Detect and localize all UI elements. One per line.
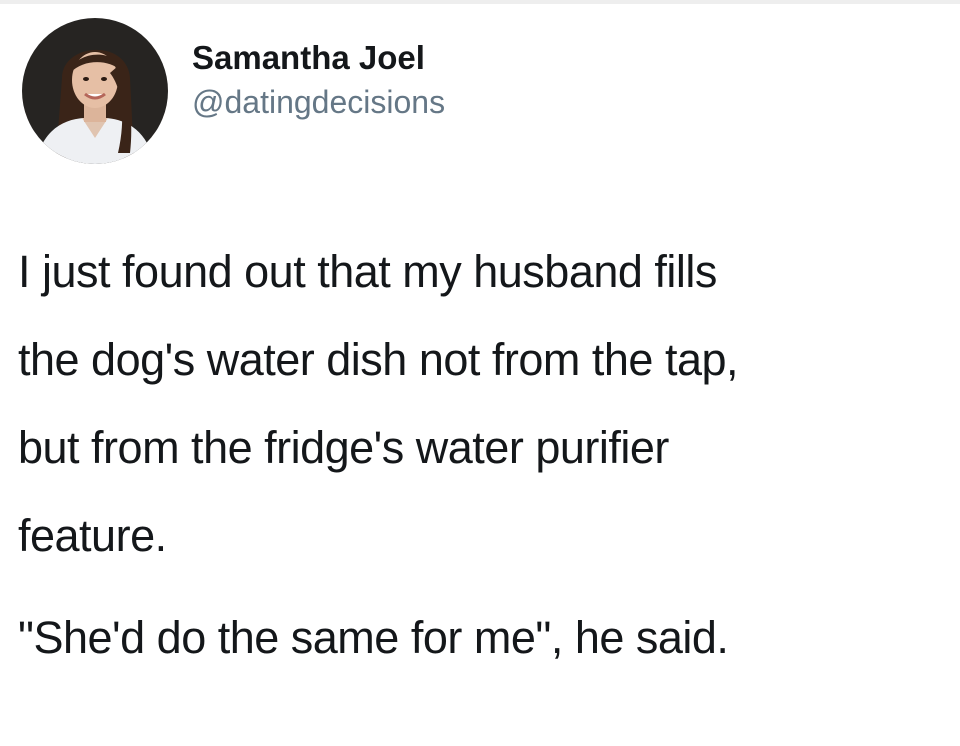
author-display-name[interactable]: Samantha Joel [192,38,445,78]
author-names: Samantha Joel @datingdecisions [192,38,445,122]
tweet-card: Samantha Joel @datingdecisions I just fo… [0,0,960,746]
avatar-photo-icon [22,18,168,164]
tweet-paragraph-2: "She'd do the same for me", he said. [18,612,729,663]
tweet-header: Samantha Joel @datingdecisions [22,18,445,164]
author-handle[interactable]: @datingdecisions [192,82,445,122]
tweet-text: I just found out that my husband fills t… [18,228,953,682]
tweet-paragraph-1: I just found out that my husband fills t… [18,246,739,561]
avatar[interactable] [22,18,168,164]
